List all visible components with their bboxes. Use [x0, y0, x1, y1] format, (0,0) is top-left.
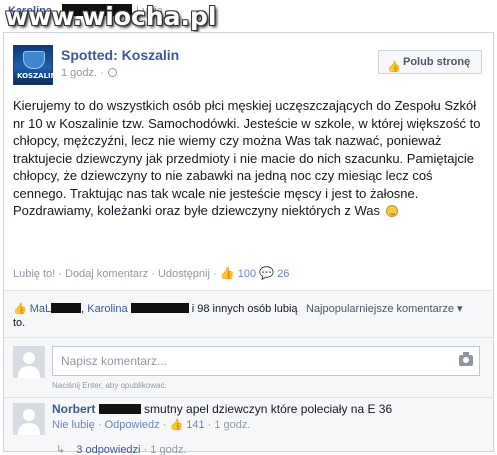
- thumbs-up-icon: 👍: [169, 419, 184, 431]
- censor-bar: [130, 303, 189, 313]
- post-card: KOSZALIN Spotted: Koszalin 1 godz. · 👍 P…: [3, 32, 494, 455]
- watermark: www.wiocha.pl: [5, 2, 217, 31]
- reply-link[interactable]: Odpowiedz: [105, 419, 160, 431]
- comment-text: smutny apel dziewczyn które poleciały na…: [144, 402, 393, 416]
- separator: ·: [151, 268, 155, 280]
- page-name-link[interactable]: Spotted: Koszalin: [61, 47, 179, 63]
- replies-row: ↳ 3 odpowiedzi · 1 godz.: [56, 443, 186, 455]
- post-body: Kierujemy to do wszystkich osób płci męs…: [13, 97, 483, 220]
- comment-author[interactable]: Norbert: [52, 402, 95, 416]
- comment-input[interactable]: Napisz komentarz...: [52, 346, 480, 376]
- separator: ·: [162, 419, 167, 431]
- share-link[interactable]: Udostępnij: [158, 268, 210, 280]
- post-time[interactable]: 1 godz. ·: [61, 67, 104, 79]
- thumbs-up-icon: 👍: [387, 61, 401, 73]
- likers-summary: 👍 MaL, Karolina i 98 innych osób lubią to…: [13, 303, 298, 329]
- like-page-label: Polub stronę: [403, 56, 471, 68]
- separator: ·: [207, 419, 212, 431]
- censor-bar: [51, 303, 82, 313]
- like-link[interactable]: Lubię to!: [13, 268, 55, 280]
- shield-emblem-icon: [23, 51, 45, 69]
- page-avatar[interactable]: KOSZALIN: [13, 45, 57, 85]
- globe-icon: [107, 68, 117, 77]
- separator: ·: [97, 419, 102, 431]
- like-count-icon: 👍: [219, 266, 235, 280]
- wink-emoticon-icon: [385, 205, 398, 217]
- unlike-link[interactable]: Nie lubię: [52, 419, 95, 431]
- like-page-button[interactable]: 👍 Polub stronę: [378, 50, 482, 74]
- comment-link[interactable]: Dodaj komentarz: [65, 268, 148, 280]
- avatar[interactable]: [13, 403, 45, 435]
- thumbs-up-icon: 👍: [13, 303, 27, 315]
- like-count[interactable]: 100: [238, 268, 256, 280]
- reply-arrow-icon: ↳: [56, 444, 66, 455]
- avatar-label: KOSZALIN: [17, 72, 57, 80]
- liker-name[interactable]: MaL: [30, 303, 51, 315]
- feedback-section: 👍 MaL, Karolina i 98 innych osób lubią to…: [4, 290, 493, 455]
- comment-sort-dropdown[interactable]: Najpopularniejsze komentarze ▾: [306, 302, 463, 315]
- avatar: [13, 346, 45, 378]
- comment-count[interactable]: 26: [277, 268, 289, 280]
- post-meta: 1 godz. ·: [61, 67, 117, 79]
- separator: ·: [213, 268, 217, 280]
- comment-composer: Napisz komentarz... Naciśnij Enter, aby …: [4, 337, 493, 397]
- comment-count-icon: 💬: [259, 266, 275, 280]
- camera-icon[interactable]: [459, 352, 473, 366]
- censor-bar: [98, 404, 141, 414]
- comment-item: Norbert smutny apel dziewczyn które pole…: [4, 397, 493, 443]
- comment-like-count[interactable]: 141: [186, 419, 204, 431]
- comment-actions: Nie lubię · Odpowiedz · 👍 141 · 1 godz.: [52, 418, 250, 431]
- view-replies-link[interactable]: 3 odpowiedzi: [76, 444, 140, 455]
- replies-time: 1 godz.: [150, 444, 187, 455]
- comment-body: Norbert smutny apel dziewczyn które pole…: [52, 402, 392, 416]
- liker-name[interactable]: Karolina: [87, 303, 127, 315]
- top-strip: Karolina Lubię www.wiocha.pl: [0, 0, 497, 32]
- comment-time[interactable]: 1 godz.: [214, 419, 250, 431]
- post-text: Kierujemy to do wszystkich osób płci męs…: [13, 98, 481, 218]
- separator: ·: [58, 268, 62, 280]
- post-actions: Lubię to! · Dodaj komentarz · Udostępnij…: [13, 266, 289, 280]
- enter-hint: Naciśnij Enter, aby opublikować.: [52, 381, 167, 390]
